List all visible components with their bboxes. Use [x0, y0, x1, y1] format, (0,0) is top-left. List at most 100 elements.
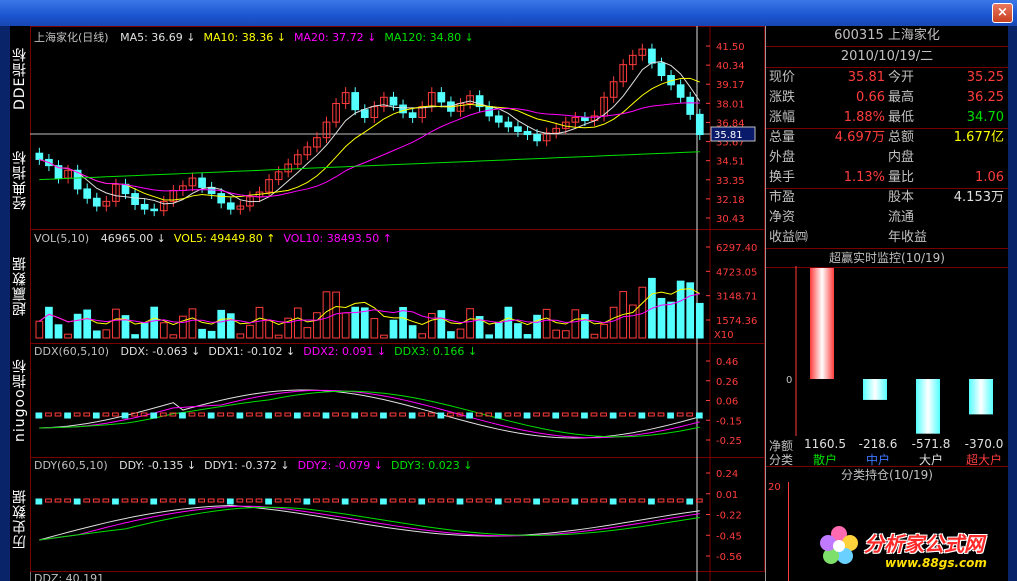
ddx-bar — [54, 412, 62, 417]
ddy-bar — [198, 498, 205, 503]
ddx-bar — [341, 412, 349, 417]
ddy-bar — [322, 498, 330, 503]
price-axis-label: 30.43 — [716, 214, 745, 225]
ddy-axis-label: -0.22 — [716, 511, 742, 522]
volume-panel-header: VOL(5,10) 46965.00 ↓ VOL5: 49449.80 ↑ VOL1… — [34, 232, 392, 245]
tab-classic-indicator[interactable]: 经典指标 — [10, 130, 31, 230]
quote-row: 外盘 内盘 — [766, 148, 1008, 168]
volume-bar — [83, 309, 92, 339]
monitor-zero-label: 0 — [786, 375, 792, 386]
ddy-bar — [494, 498, 502, 505]
volume-bar — [399, 306, 407, 339]
ddx-bar — [571, 412, 579, 417]
ddx-bar — [73, 412, 81, 417]
volume-bar — [427, 312, 436, 339]
ddx-bar — [667, 412, 674, 419]
ddy-bar — [246, 498, 253, 503]
tab-niugoo-indicator[interactable]: niugoo指标 — [10, 342, 31, 458]
volume-axis-label: 3148.71 — [716, 292, 757, 303]
ddy-line — [39, 504, 700, 541]
ddx-axis-label: -0.15 — [716, 416, 742, 427]
panel-frame — [30, 457, 765, 572]
quote-label: 内盘 — [888, 150, 915, 165]
tab-chaoying-data[interactable]: 超赢数据 — [10, 230, 31, 342]
ddy-bar — [437, 498, 445, 503]
ddy-bar — [188, 498, 196, 505]
quote-label: 总额 — [888, 130, 915, 145]
volume-bar — [313, 312, 321, 339]
volume-axis-label: 4723.05 — [716, 267, 757, 278]
holding-axis-label: 20 — [768, 482, 781, 493]
candle-body — [150, 208, 159, 212]
ddy-bar — [102, 498, 110, 503]
candle-body — [351, 92, 360, 111]
ddy-bar — [475, 498, 483, 503]
ddx-bar — [389, 412, 397, 417]
ddx-bar — [561, 412, 569, 417]
ddx-bar — [322, 412, 330, 419]
ddx-bar — [207, 412, 215, 419]
candle-body — [83, 188, 92, 199]
volume-bar — [523, 334, 532, 339]
volume-bar — [542, 308, 551, 339]
candle-body — [514, 126, 522, 132]
volume-indicator-0: 46965.00 ↓ — [100, 232, 166, 245]
quote-value: 1.88% — [843, 110, 885, 125]
volume-bar — [35, 320, 44, 339]
quote-label: 净资 — [769, 210, 796, 225]
ddx-bar — [466, 412, 473, 419]
volume-bar — [188, 308, 197, 339]
volume-bar — [159, 322, 168, 339]
ddy-bar — [169, 498, 177, 503]
quote-value: 35.81 — [847, 70, 885, 85]
volume-bar — [102, 329, 111, 339]
close-icon[interactable]: × — [992, 3, 1013, 23]
volume-bar — [246, 324, 254, 339]
ddx-bar — [600, 412, 607, 417]
stock-chart[interactable]: 41.5040.3439.1738.0136.8435.6734.5133.35… — [30, 26, 765, 581]
ddx-bar — [236, 412, 244, 419]
holding-axis-line — [788, 482, 789, 581]
price-axis-label: 38.01 — [716, 99, 745, 110]
ma20-line — [39, 102, 700, 198]
ddx-bar — [619, 412, 627, 417]
ddx-axis-label: 0.26 — [716, 377, 738, 388]
ddx-bar — [293, 412, 301, 419]
ddy-bar — [485, 498, 493, 503]
volume-bar — [466, 308, 474, 339]
ddx-axis-label: 0.06 — [716, 397, 738, 408]
price-indicator-3: MA120: 34.80 ↓ — [384, 31, 474, 44]
quote-value: 1.06 — [975, 170, 1004, 185]
quote-value: 34.70 — [966, 110, 1004, 125]
volume-bar — [92, 330, 101, 339]
candle-body — [657, 62, 666, 77]
ddx-bar — [657, 412, 665, 417]
ddy-bar — [533, 498, 540, 505]
ddy-bar — [600, 498, 607, 503]
volume-bar — [255, 306, 264, 339]
ddy-bar — [676, 498, 684, 503]
quote-row: 涨幅 1.88% 最低 34.70 — [766, 108, 1008, 128]
quote-label: 外盘 — [769, 150, 796, 165]
quote-panel: 600315 上海家化 2010/10/19/二 现价 35.81 今开 35.… — [765, 26, 1008, 581]
volume-bar — [609, 306, 618, 339]
quote-label: 股本 — [888, 190, 915, 205]
ddy-panel-header: DDY(60,5,10) DDY: -0.135 ↓ DDY1: -0.372 ↓… — [34, 459, 472, 472]
ddx-bar — [255, 412, 263, 417]
ddx-bar — [112, 412, 119, 417]
ddx-bar — [686, 412, 694, 417]
holding-title: 分类持仓(10/19) — [766, 466, 1008, 483]
monitor-bar-大户 — [916, 379, 940, 434]
ddy-bar — [552, 498, 560, 503]
ddx-bar — [581, 412, 588, 419]
ddy-bar — [418, 498, 426, 505]
volume-bar — [265, 320, 273, 339]
ddx-bar — [217, 412, 225, 417]
ddy-bar — [64, 498, 71, 503]
tab-dde-indicator[interactable]: DDE指标 — [10, 26, 31, 130]
quote-label: 最高 — [888, 90, 915, 105]
volume-bar — [571, 309, 580, 339]
quote-value: 36.25 — [966, 90, 1004, 105]
tab-history-data[interactable]: 历史数据 — [10, 458, 31, 581]
ddy-bar — [313, 498, 320, 503]
